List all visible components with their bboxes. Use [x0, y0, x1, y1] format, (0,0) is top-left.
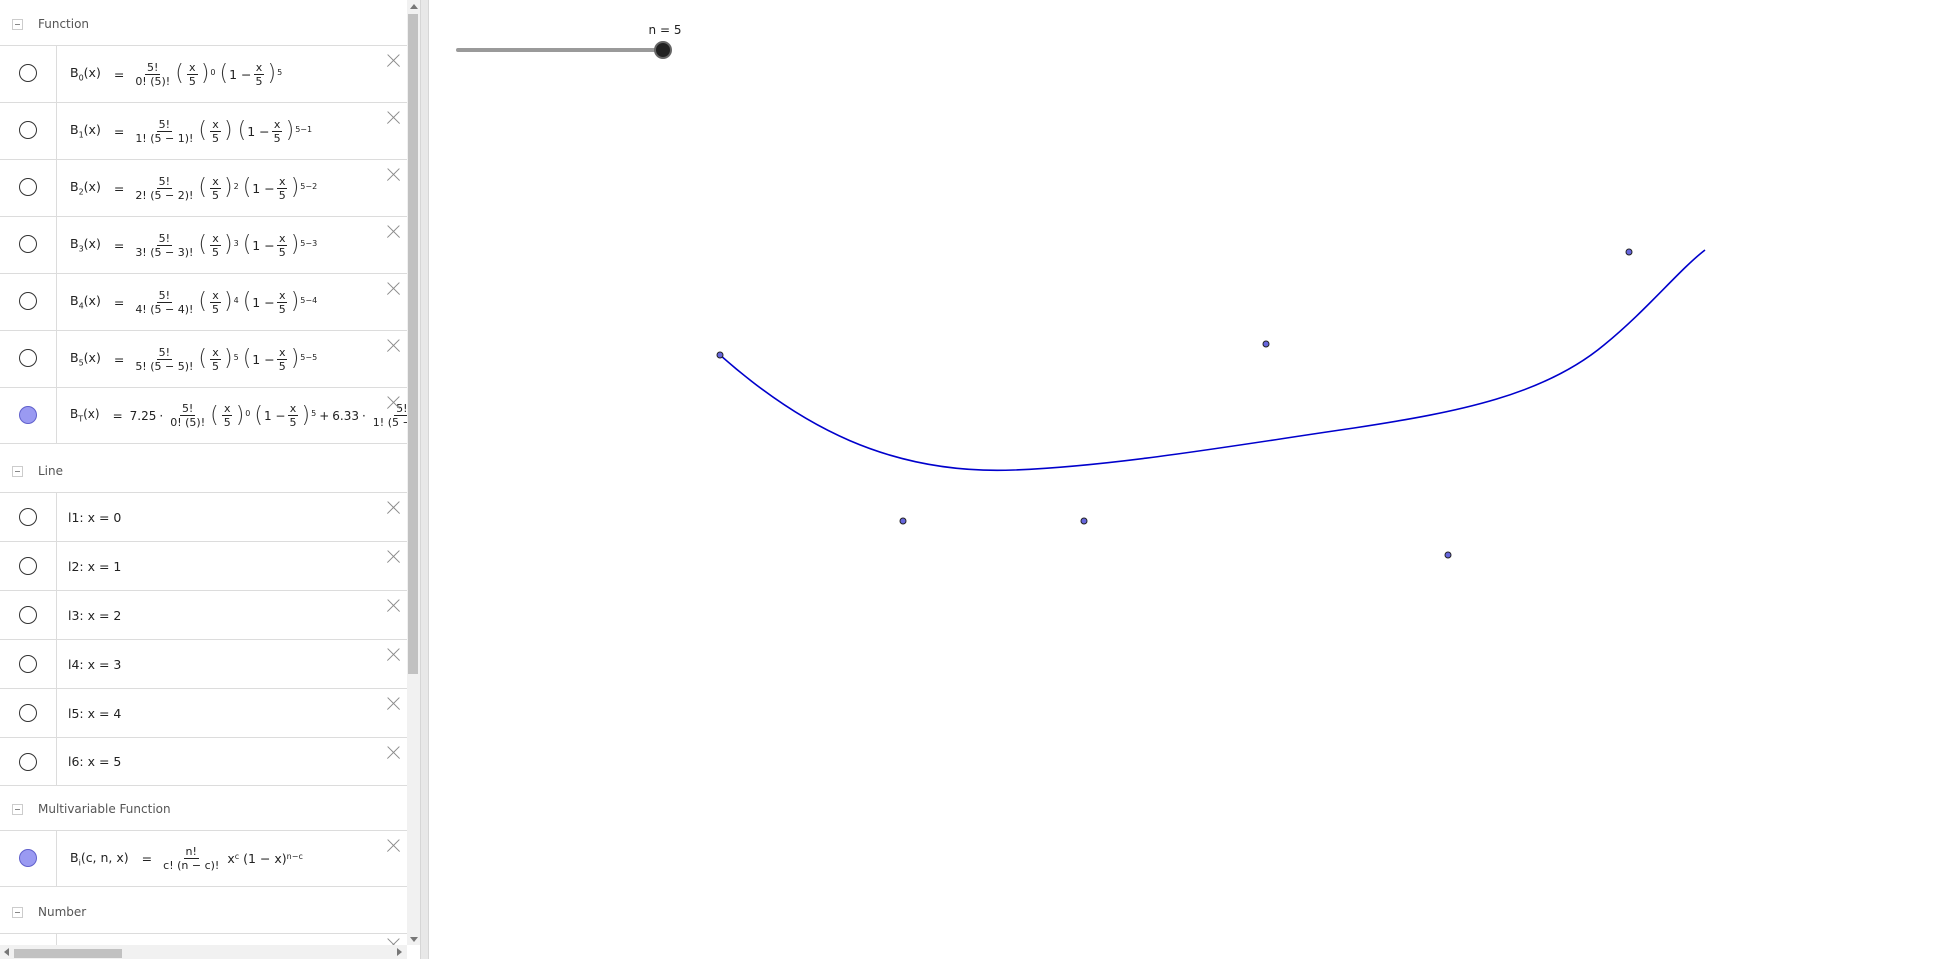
visibility-toggle[interactable]	[19, 557, 37, 575]
visibility-toggle[interactable]	[19, 753, 37, 771]
function-expression[interactable]: B4(x) = 5! 4! (5 − 4)! (x 5) 4 (1 − x 5) 5−4	[70, 274, 317, 330]
slider-handle[interactable]	[654, 41, 672, 59]
function-expression[interactable]: BT(x) = 7.25 · 5! 0! (5)! (x 5) 0 (1 − x 5) 5 +…	[70, 388, 420, 443]
algebra-row-bi[interactable]: Bi(c, n, x) = n! c! (n − c)! xc (1 − x) n−…	[0, 830, 407, 887]
delete-icon[interactable]	[384, 744, 402, 762]
algebra-row-b4[interactable]: B4(x) = 5! 4! (5 − 4)! (x 5) 4 (1 − x 5) 5−4	[0, 273, 407, 330]
visibility-toggle[interactable]	[19, 178, 37, 196]
line-expression[interactable]: l6: x = 5	[68, 738, 121, 785]
algebra-row-b5[interactable]: B5(x) = 5! 5! (5 − 5)! (x 5) 5 (1 − x 5) 5−5	[0, 330, 407, 387]
delete-icon[interactable]	[384, 837, 402, 855]
algebra-row-l5[interactable]: l5: x = 4	[0, 688, 407, 737]
visibility-toggle[interactable]	[19, 292, 37, 310]
algebra-row-b3[interactable]: B3(x) = 5! 3! (5 − 3)! (x 5) 3 (1 − x 5) 5−3	[0, 216, 407, 273]
line-expression[interactable]: l1: x = 0	[68, 493, 121, 541]
line-expression[interactable]: l2: x = 1	[68, 542, 121, 590]
scroll-right-icon[interactable]	[397, 948, 402, 956]
visibility-toggle[interactable]	[19, 349, 37, 367]
algebra-row-l4[interactable]: l4: x = 3	[0, 639, 407, 688]
delete-icon[interactable]	[384, 166, 402, 184]
control-point[interactable]	[1625, 248, 1633, 256]
delete-icon[interactable]	[384, 280, 402, 298]
collapse-icon[interactable]	[12, 906, 23, 918]
visibility-toggle[interactable]	[19, 704, 37, 722]
horizontal-scroll-thumb[interactable]	[14, 949, 122, 958]
scroll-left-icon[interactable]	[4, 948, 9, 956]
graphics-view[interactable]: n = 5	[429, 0, 1936, 959]
function-expression[interactable]: B5(x) = 5! 5! (5 − 5)! (x 5) 5 (1 − x 5) 5−5	[70, 331, 317, 387]
delete-icon[interactable]	[384, 223, 402, 241]
function-expression[interactable]: B2(x) = 5! 2! (5 − 2)! (x 5) 2 (1 − x 5) 5−2	[70, 160, 317, 216]
group-label: Number	[38, 905, 87, 919]
delete-icon[interactable]	[384, 52, 402, 70]
group-label: Multivariable Function	[38, 802, 171, 816]
algebra-row-l3[interactable]: l3: x = 2	[0, 590, 407, 639]
algebra-row-b1[interactable]: B1(x) = 5! 1! (5 − 1)! (x 5) (1 − x 5) 5−1	[0, 102, 407, 159]
visibility-toggle[interactable]	[19, 64, 37, 82]
visibility-toggle[interactable]	[19, 606, 37, 624]
control-point[interactable]	[1444, 551, 1452, 559]
slider-label: n = 5	[649, 23, 682, 37]
group-header-line[interactable]: Line	[0, 449, 407, 493]
algebra-view: Function B0(x) = 5! 0! (5)! (x 5) 0 (1 − x 5)…	[0, 0, 420, 959]
group-header-function[interactable]: Function	[0, 2, 407, 46]
line-expression[interactable]: l4: x = 3	[68, 640, 121, 688]
line-expression[interactable]: l5: x = 4	[68, 689, 121, 737]
visibility-toggle[interactable]	[19, 655, 37, 673]
group-header-number[interactable]: Number	[0, 890, 407, 934]
delete-icon[interactable]	[384, 109, 402, 127]
algebra-row-l1[interactable]: l1: x = 0	[0, 492, 407, 541]
delete-icon[interactable]	[384, 394, 402, 412]
algebra-row-l6[interactable]: l6: x = 5	[0, 737, 407, 786]
visibility-toggle[interactable]	[19, 121, 37, 139]
delete-icon[interactable]	[384, 597, 402, 615]
visibility-toggle[interactable]	[19, 235, 37, 253]
control-point[interactable]	[1080, 517, 1088, 525]
delete-icon[interactable]	[384, 499, 402, 517]
function-expression[interactable]: B3(x) = 5! 3! (5 − 3)! (x 5) 3 (1 − x 5) 5−3	[70, 217, 317, 273]
bezier-curve[interactable]	[719, 249, 1706, 472]
panel-divider[interactable]	[420, 0, 429, 959]
delete-icon[interactable]	[384, 337, 402, 355]
delete-icon[interactable]	[384, 646, 402, 664]
scroll-up-icon[interactable]	[410, 4, 418, 9]
visibility-toggle[interactable]	[19, 406, 37, 424]
group-label: Function	[38, 17, 90, 31]
group-header-multivariable[interactable]: Multivariable Function	[0, 787, 407, 831]
delete-icon[interactable]	[384, 548, 402, 566]
function-expression[interactable]: B1(x) = 5! 1! (5 − 1)! (x 5) (1 − x 5) 5−1	[70, 103, 312, 159]
control-point[interactable]	[899, 517, 907, 525]
control-point[interactable]	[716, 351, 724, 359]
algebra-row-bt[interactable]: BT(x) = 7.25 · 5! 0! (5)! (x 5) 0 (1 − x 5) 5 +…	[0, 387, 420, 444]
vertical-scroll-thumb[interactable]	[408, 14, 418, 674]
algebra-row-l2[interactable]: l2: x = 1	[0, 541, 407, 590]
collapse-icon[interactable]	[12, 803, 23, 815]
control-point[interactable]	[1262, 340, 1270, 348]
function-expression[interactable]: B0(x) = 5! 0! (5)! (x 5) 0 (1 − x 5) 5	[70, 46, 282, 102]
line-expression[interactable]: l3: x = 2	[68, 591, 121, 639]
scroll-down-icon[interactable]	[410, 937, 418, 942]
collapse-icon[interactable]	[12, 465, 23, 477]
visibility-toggle[interactable]	[19, 849, 37, 867]
delete-icon[interactable]	[384, 695, 402, 713]
visibility-toggle[interactable]	[19, 508, 37, 526]
collapse-icon[interactable]	[12, 18, 23, 30]
algebra-row-b0[interactable]: B0(x) = 5! 0! (5)! (x 5) 0 (1 − x 5) 5	[0, 45, 407, 102]
function-expression[interactable]: Bi(c, n, x) = n! c! (n − c)! xc (1 − x) n−…	[70, 831, 303, 886]
group-label: Line	[38, 464, 64, 478]
algebra-row-b2[interactable]: B2(x) = 5! 2! (5 − 2)! (x 5) 2 (1 − x 5) 5−2	[0, 159, 407, 216]
